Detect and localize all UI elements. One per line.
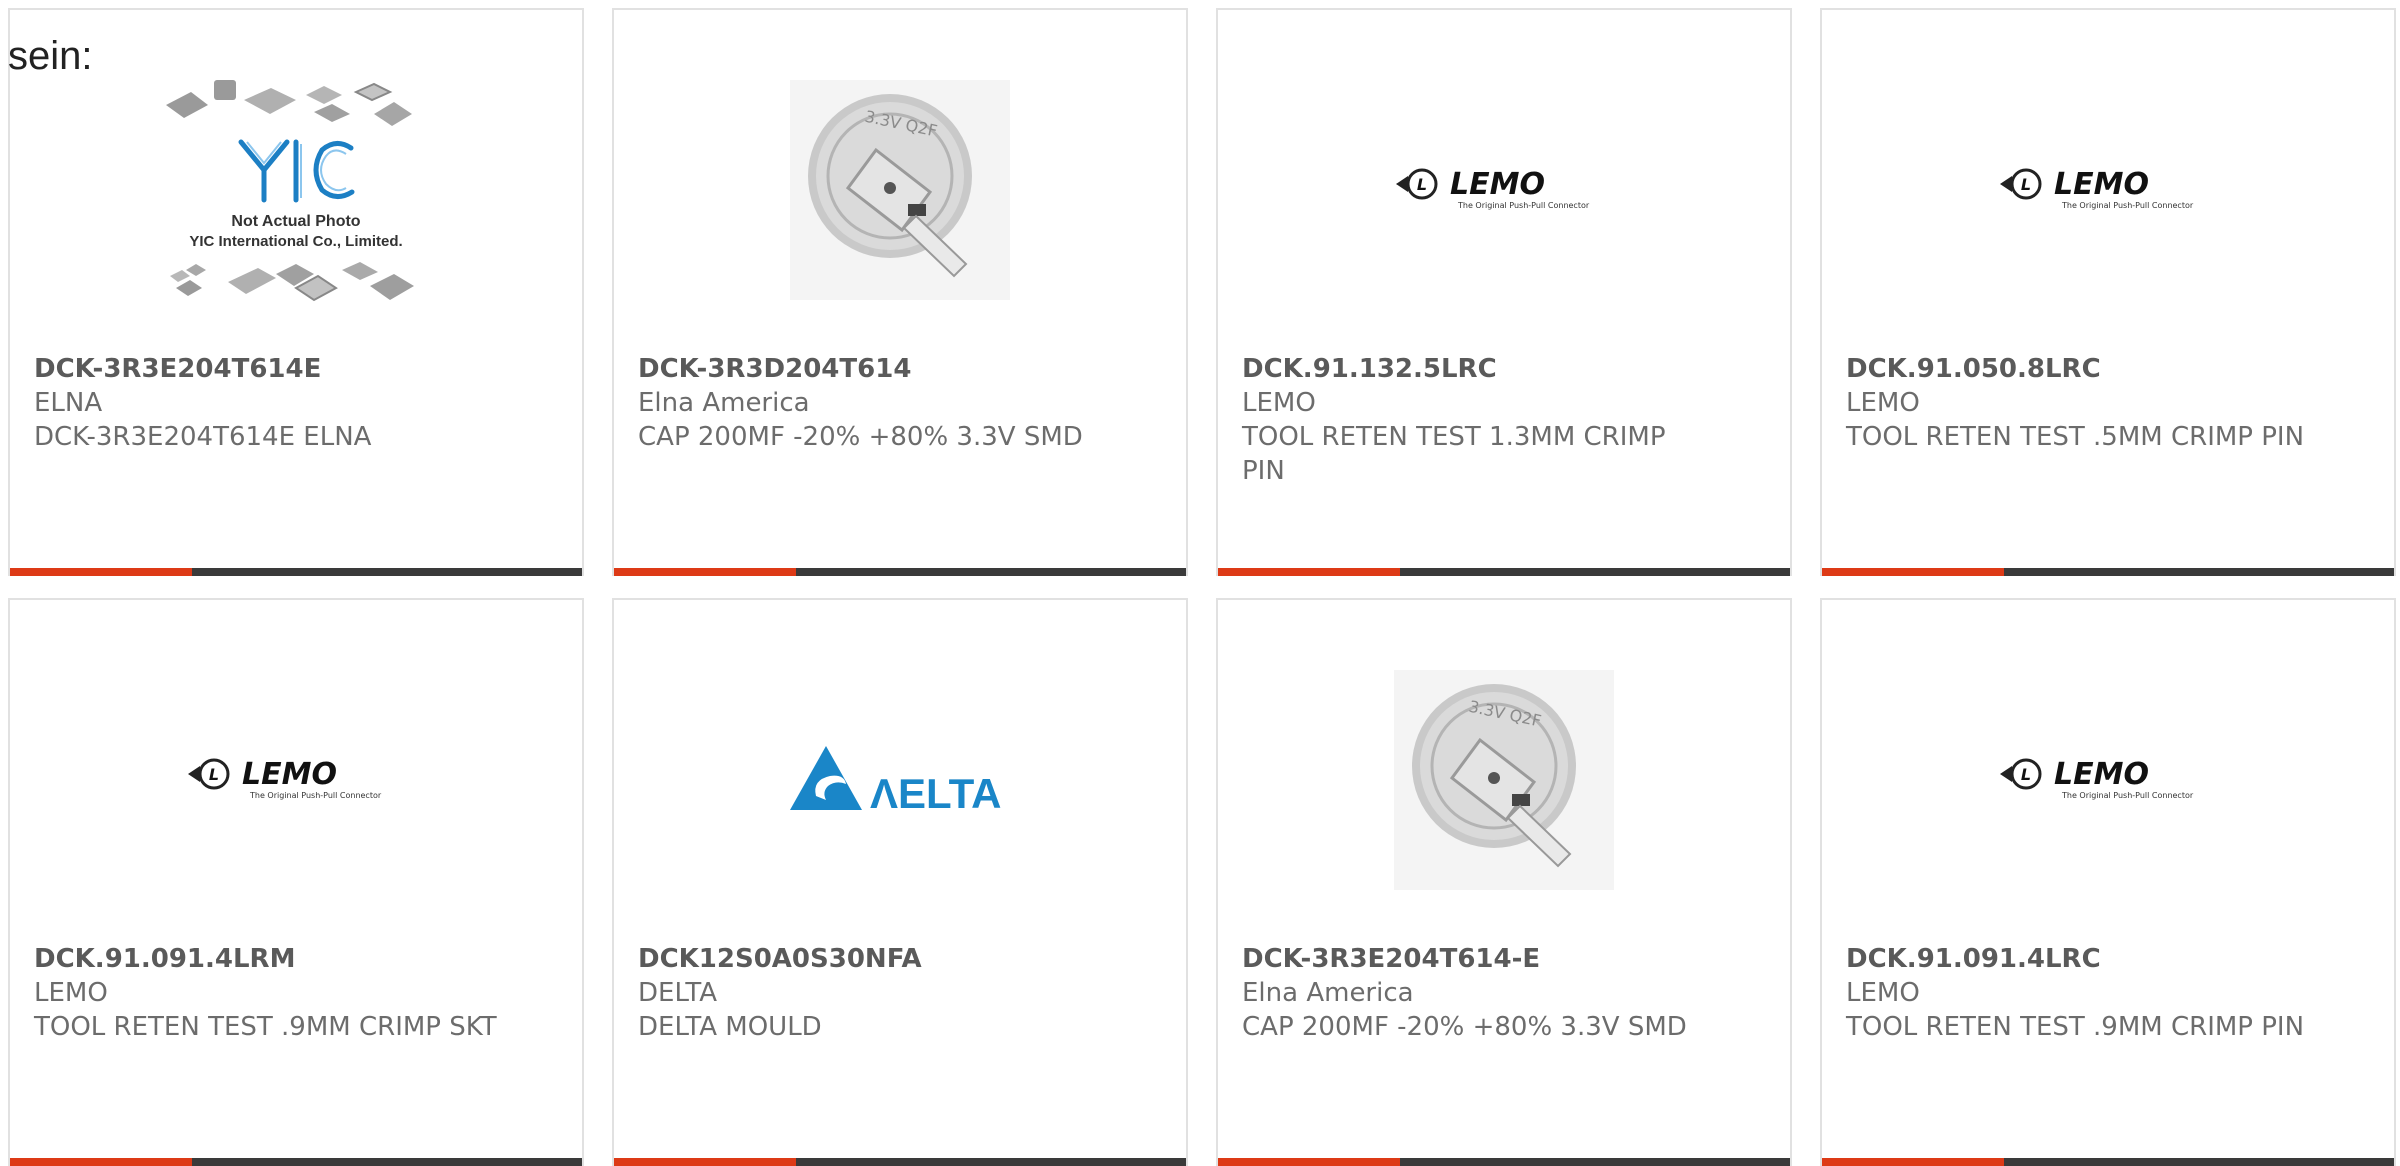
- description: DELTA MOULD: [638, 1012, 822, 1042]
- lemo-brand: LEMO: [1450, 167, 1545, 202]
- product-card[interactable]: ΛELTA DCK12S0A0S30NFA DELTA DELTA MOULD: [612, 598, 1188, 1166]
- lemo-tagline: The Original Push-Pull Connector: [1457, 201, 1590, 210]
- description: TOOL RETEN TEST .9MM CRIMP SKT: [34, 1012, 497, 1042]
- product-card[interactable]: L LEMO The Original Push-Pull Connector …: [1216, 8, 1792, 576]
- part-number[interactable]: DCK.91.050.8LRC: [1846, 352, 2370, 386]
- description: DCK-3R3E204T614E ELNA: [34, 422, 372, 452]
- card-bottom-bar: [614, 1158, 1186, 1166]
- product-card[interactable]: Not Actual Photo YIC International Co., …: [8, 8, 584, 576]
- product-card[interactable]: L LEMO The Original Push-Pull Connector …: [1820, 598, 2396, 1166]
- lemo-brand: LEMO: [2054, 167, 2149, 202]
- part-number[interactable]: DCK-3R3D204T614: [638, 352, 1162, 386]
- product-image-placeholder: Not Actual Photo YIC International Co., …: [10, 40, 582, 340]
- svg-text:L: L: [209, 765, 219, 784]
- svg-text:L: L: [2021, 765, 2031, 784]
- manufacturer: LEMO: [1242, 388, 1316, 418]
- manufacturer: LEMO: [1846, 978, 1920, 1008]
- part-number[interactable]: DCK-3R3E204T614E: [34, 352, 558, 386]
- svg-text:L: L: [2021, 175, 2031, 194]
- product-card[interactable]: 3.3V Q2F DCK-3R3D204T614 Elna America CA…: [612, 8, 1188, 576]
- lemo-logo: L LEMO The Original Push-Pull Connector: [10, 630, 582, 930]
- card-bottom-bar: [1218, 568, 1790, 576]
- description: TOOL RETEN TEST .5MM CRIMP PIN: [1846, 422, 2305, 452]
- product-card[interactable]: L LEMO The Original Push-Pull Connector …: [8, 598, 584, 1166]
- coin-cell-image: 3.3V Q2F: [1218, 630, 1790, 930]
- delta-logo: ΛELTA: [614, 630, 1186, 930]
- part-number[interactable]: DCK.91.091.4LRM: [34, 942, 558, 976]
- delta-brand: ΛELTA: [870, 770, 1001, 817]
- lemo-brand: LEMO: [2054, 757, 2149, 792]
- manufacturer: DELTA: [638, 978, 718, 1008]
- manufacturer: Elna America: [1242, 978, 1414, 1008]
- description: CAP 200MF -20% +80% 3.3V SMD: [638, 422, 1083, 452]
- part-number[interactable]: DCK.91.132.5LRC: [1242, 352, 1766, 386]
- lemo-tagline: The Original Push-Pull Connector: [2061, 201, 2194, 210]
- description: TOOL RETEN TEST 1.3MM CRIMP PIN: [1242, 422, 1666, 486]
- lemo-logo: L LEMO The Original Push-Pull Connector: [1822, 630, 2394, 930]
- product-card[interactable]: L LEMO The Original Push-Pull Connector …: [1820, 8, 2396, 576]
- lemo-logo: L LEMO The Original Push-Pull Connector: [1822, 40, 2394, 340]
- card-bottom-bar: [1218, 1158, 1790, 1166]
- intro-text: sein:: [8, 34, 93, 78]
- lemo-tagline: The Original Push-Pull Connector: [249, 791, 382, 800]
- manufacturer: LEMO: [1846, 388, 1920, 418]
- manufacturer: ELNA: [34, 388, 103, 418]
- card-bottom-bar: [10, 1158, 582, 1166]
- card-bottom-bar: [614, 568, 1186, 576]
- lemo-tagline: The Original Push-Pull Connector: [2061, 791, 2194, 800]
- lemo-logo: L LEMO The Original Push-Pull Connector: [1218, 40, 1790, 340]
- part-number[interactable]: DCK-3R3E204T614-E: [1242, 942, 1766, 976]
- manufacturer: Elna America: [638, 388, 810, 418]
- svg-text:L: L: [1417, 175, 1427, 194]
- part-number[interactable]: DCK12S0A0S30NFA: [638, 942, 1162, 976]
- manufacturer: LEMO: [34, 978, 108, 1008]
- description: CAP 200MF -20% +80% 3.3V SMD: [1242, 1012, 1687, 1042]
- coin-cell-image: 3.3V Q2F: [614, 40, 1186, 340]
- card-bottom-bar: [1822, 1158, 2394, 1166]
- card-bottom-bar: [1822, 568, 2394, 576]
- placeholder-line-1: Not Actual Photo: [231, 213, 360, 230]
- card-bottom-bar: [10, 568, 582, 576]
- lemo-brand: LEMO: [242, 757, 337, 792]
- part-number[interactable]: DCK.91.091.4LRC: [1846, 942, 2370, 976]
- product-card[interactable]: 3.3V Q2F DCK-3R3E204T614-E Elna America …: [1216, 598, 1792, 1166]
- placeholder-line-2: YIC International Co., Limited.: [189, 233, 402, 250]
- description: TOOL RETEN TEST .9MM CRIMP PIN: [1846, 1012, 2305, 1042]
